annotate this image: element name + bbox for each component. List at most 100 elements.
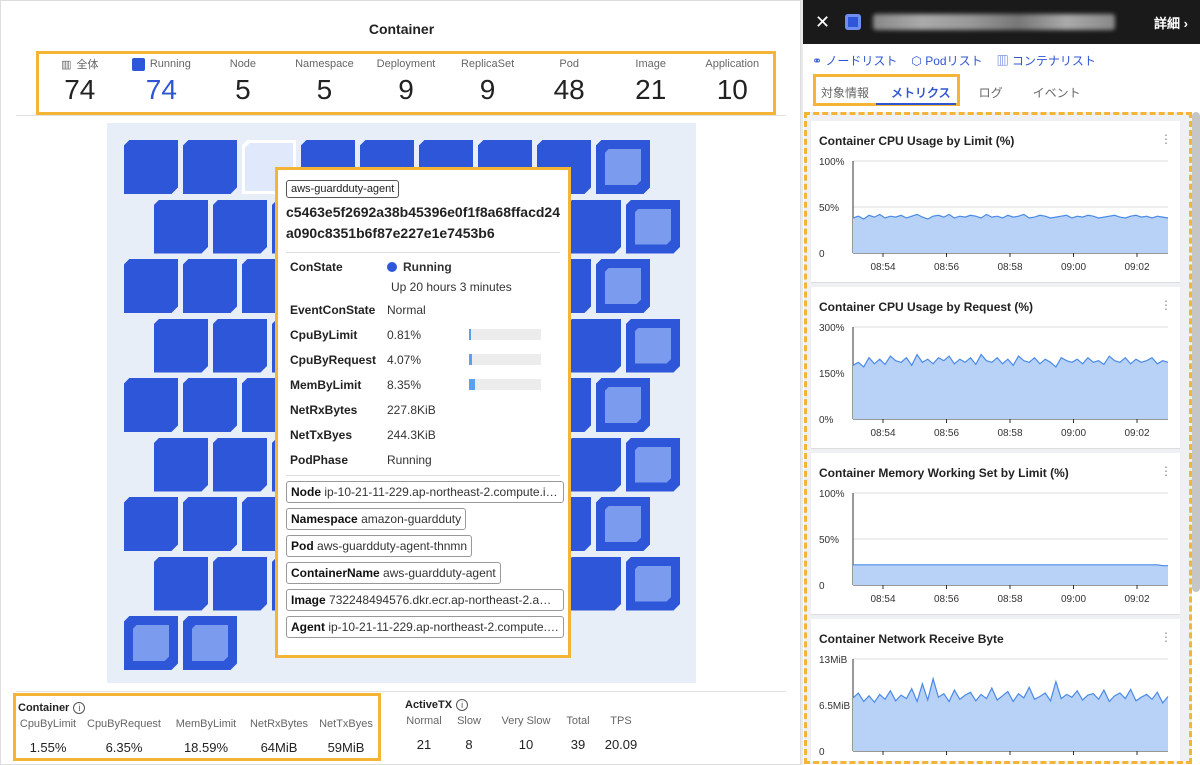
tooltip-chip-containername[interactable]: ContainerName aws-guardduty-agent (286, 562, 501, 584)
col-value: 20.09 (604, 737, 638, 752)
container-hex[interactable] (124, 378, 178, 432)
running-dot-icon (387, 262, 397, 272)
tooltip-chip-agent[interactable]: Agent ip-10-21-11-229.ap-northeast-2.com… (286, 616, 564, 638)
container-hex[interactable] (124, 140, 178, 194)
stat-全体[interactable]: ▥ 全体 74 (39, 54, 121, 112)
container-hex[interactable] (596, 378, 650, 432)
container-hex[interactable] (154, 437, 208, 492)
container_summary-col: MemByLimit 18.59% (168, 718, 244, 755)
container-hex[interactable] (567, 556, 621, 611)
col-value: 39 (570, 737, 586, 752)
col-value: 21 (416, 737, 432, 752)
stat-label: ▥ 全体 (39, 57, 121, 72)
detail-panel: ✕ 詳細 › ⚭ ノードリスト ⬡ Podリスト ▥ コンテナリスト 対象情報 … (803, 0, 1200, 765)
info-icon[interactable]: i (73, 702, 86, 714)
container-hex[interactable] (626, 318, 680, 373)
container-hex[interactable] (213, 556, 267, 611)
row-key: PodPhase (290, 452, 349, 467)
stat-label: Deployment (365, 57, 447, 71)
stat-pod[interactable]: Pod 48 (528, 54, 610, 112)
stat-running[interactable]: Running 74 (121, 54, 203, 112)
stat-deployment[interactable]: Deployment 9 (365, 54, 447, 112)
scrollbar[interactable] (1192, 112, 1200, 592)
tooltip-chip-image[interactable]: Image 732248494576.dkr.ecr.ap-northeast-… (286, 589, 564, 611)
container-hex[interactable] (567, 318, 621, 373)
container-hex[interactable] (626, 437, 680, 492)
metric-title: Container CPU Usage by Request (%) (819, 300, 1034, 314)
x-tick-label: 09:02 (1124, 760, 1149, 764)
col-label: Slow (457, 715, 481, 727)
usage-bar-fill (469, 354, 472, 365)
container-hex[interactable] (124, 616, 178, 670)
container-hex[interactable] (567, 437, 621, 492)
constate-label: ConState (290, 260, 343, 274)
container-hex[interactable] (596, 140, 650, 194)
x-tick-label: 09:00 (1061, 262, 1086, 273)
container-hex[interactable] (626, 199, 680, 254)
container-hex[interactable] (596, 497, 650, 551)
y-tick-label: 6.5MiB (819, 701, 850, 712)
activetx-col: Normal 21 (405, 715, 443, 752)
pod-list-link[interactable]: ⬡ Podリスト (911, 52, 982, 69)
kebab-menu-icon[interactable]: ⋮ (1160, 132, 1172, 146)
container-hex[interactable] (124, 497, 178, 551)
row-value: 244.3KiB (387, 427, 436, 442)
series-area (853, 678, 1168, 751)
container-hex[interactable] (183, 378, 237, 432)
tooltip-rows: EventConState Normal CpuByLimit 0.81% CpuByR… (286, 297, 560, 472)
metric-title: Container Memory Working Set by Limit (%… (819, 466, 1069, 480)
chip-value: ip-10-21-11-229.ap-northeast-2.compute.i… (324, 485, 563, 499)
col-value: 6.35% (105, 740, 143, 755)
row-key: NetRxBytes (290, 402, 358, 417)
stat-application[interactable]: Application 10 (692, 54, 774, 112)
x-tick-label: 09:00 (1061, 760, 1086, 764)
node-list-link[interactable]: ⚭ ノードリスト (812, 52, 897, 69)
stat-node[interactable]: Node 5 (202, 54, 284, 112)
container-hex[interactable] (213, 199, 267, 254)
container_summary-col: NetTxByes 59MiB (314, 718, 378, 755)
container-hex[interactable] (154, 318, 208, 373)
tooltip-chip-namespace[interactable]: Namespace amazon-guardduty (286, 508, 467, 530)
info-icon[interactable]: i (456, 699, 469, 711)
container-hex[interactable] (183, 259, 237, 313)
stat-label-text: Deployment (376, 58, 436, 70)
container-hex[interactable] (183, 616, 237, 670)
tooltip-chip-pod[interactable]: Pod aws-guardduty-agent-thnmn (286, 535, 473, 557)
container-hex[interactable] (183, 140, 237, 194)
container-hex[interactable] (154, 556, 208, 611)
container-hex[interactable] (124, 259, 178, 313)
container-hex[interactable] (626, 556, 680, 611)
close-icon[interactable]: ✕ (815, 12, 841, 33)
tooltip-row: CpuByRequest 4.07% (286, 347, 560, 372)
col-value: 64MiB (260, 740, 298, 755)
container-hex[interactable] (567, 199, 621, 254)
container-hex[interactable] (213, 318, 267, 373)
divider (286, 252, 560, 253)
container-hex[interactable] (183, 497, 237, 551)
stat-replicaset[interactable]: ReplicaSet 9 (447, 54, 529, 112)
row-key: EventConState (290, 302, 376, 317)
col-label: Normal (406, 715, 442, 727)
container-overview-panel: Container ▥ 全体 74 Running 74 Node 5 Namespace 5 D… (0, 0, 801, 765)
x-tick-label: 09:02 (1124, 428, 1149, 439)
stat-namespace[interactable]: Namespace 5 (284, 54, 366, 112)
row-key: MemByLimit (290, 377, 362, 392)
col-label: CpuByLimit (19, 718, 77, 730)
kebab-menu-icon[interactable]: ⋮ (1160, 630, 1172, 644)
kebab-menu-icon[interactable]: ⋮ (1160, 464, 1172, 478)
stat-image[interactable]: Image 21 (610, 54, 692, 112)
container-list-link[interactable]: ▥ コンテナリスト (997, 52, 1096, 69)
x-tick-label: 09:00 (1061, 428, 1086, 439)
detail-button[interactable]: 詳細 › (1154, 13, 1188, 32)
metric-chart: 100% 50% 0 08:54 08:56 08:58 09:00 09:02 (819, 489, 1168, 605)
tab-events[interactable]: イベント (1011, 84, 1089, 101)
container-hex[interactable] (154, 199, 208, 254)
uptime: Up 20 hours 3 minutes (391, 280, 512, 294)
kebab-menu-icon[interactable]: ⋮ (1160, 298, 1172, 312)
tooltip-chip-node[interactable]: Node ip-10-21-11-229.ap-northeast-2.comp… (286, 481, 564, 503)
container-hex[interactable] (213, 437, 267, 492)
stat-label: Node (202, 57, 284, 71)
container-tooltip: aws-guardduty-agent c5463e5f2692a38b4539… (275, 167, 571, 658)
tab-log[interactable]: ログ (965, 84, 1011, 101)
container-hex[interactable] (596, 259, 650, 313)
